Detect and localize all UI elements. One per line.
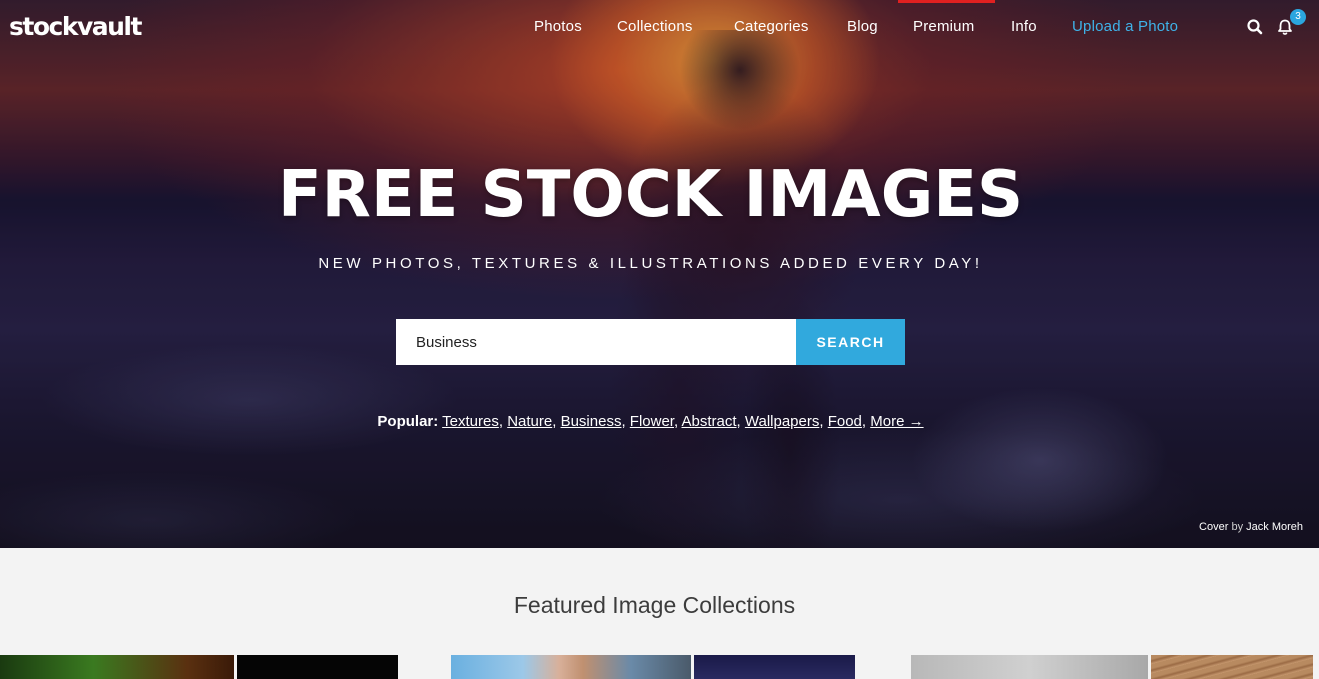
top-navigation: stockvault Photos Collections Categories… (0, 0, 1319, 56)
nav-item-blog[interactable]: Blog (847, 18, 878, 35)
nav-item-categories[interactable]: Categories (734, 18, 809, 35)
hero-banner: stockvault Photos Collections Categories… (0, 0, 1319, 548)
collection-thumbnail[interactable] (0, 655, 234, 679)
popular-tag-link[interactable]: Textures (442, 413, 499, 430)
premium-highlight-bar (898, 0, 995, 3)
featured-collections-title: Featured Image Collections (513, 592, 796, 618)
collection-thumbnail[interactable] (694, 655, 855, 679)
nav-item-info[interactable]: Info (1011, 18, 1037, 35)
collection-thumbnail[interactable] (237, 655, 398, 679)
popular-label: Popular: (377, 413, 439, 430)
search-input[interactable] (396, 319, 796, 365)
popular-more-link[interactable]: More → (870, 413, 923, 430)
hero-title: FREE STOCK IMAGES (277, 158, 1024, 232)
site-logo[interactable]: stockvault (9, 12, 142, 41)
search-icon[interactable] (1246, 18, 1264, 36)
collection-thumbnail[interactable] (1151, 655, 1313, 679)
popular-tag-link[interactable]: Flower (630, 413, 674, 430)
cover-credit-author[interactable]: Jack Moreh (1246, 521, 1303, 533)
nav-item-premium[interactable]: Premium (913, 18, 974, 35)
notification-count-badge: 3 (1290, 9, 1306, 25)
cover-credit: Cover by Jack Moreh (1199, 521, 1303, 533)
hero-subtitle: NEW PHOTOS, TEXTURES & ILLUSTRATIONS ADD… (318, 255, 983, 272)
nav-item-upload-photo[interactable]: Upload a Photo (1072, 18, 1178, 35)
popular-tag-link[interactable]: Food (828, 413, 862, 430)
popular-tag-link[interactable]: Business (561, 413, 622, 430)
nav-item-photos[interactable]: Photos (534, 18, 582, 35)
popular-tags: Popular: Textures, Nature, Business, Flo… (377, 413, 924, 430)
collection-thumbnail[interactable] (451, 655, 691, 679)
nav-item-collections[interactable]: Collections (617, 18, 693, 35)
search-button[interactable]: SEARCH (796, 319, 905, 365)
popular-tag-link[interactable]: Nature (507, 413, 552, 430)
popular-tag-link[interactable]: Wallpapers (745, 413, 819, 430)
cover-credit-by: by (1231, 521, 1244, 533)
collection-thumbnail[interactable] (911, 655, 1148, 679)
cover-credit-prefix: Cover (1199, 521, 1229, 533)
popular-tag-link[interactable]: Abstract (682, 413, 737, 430)
